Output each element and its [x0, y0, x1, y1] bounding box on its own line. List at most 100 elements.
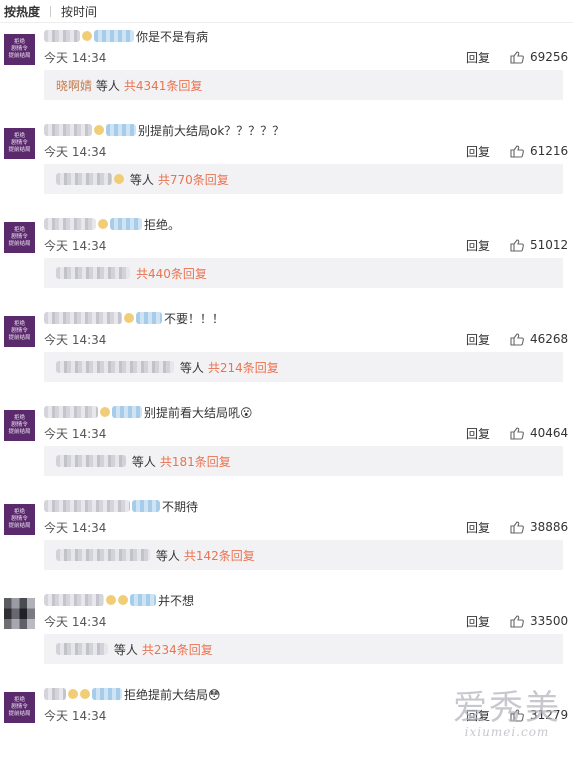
thumbs-up-icon [510, 520, 524, 534]
blurred-emoji [94, 125, 104, 135]
thumbs-up-icon [510, 614, 524, 628]
thumbs-up-icon [510, 144, 524, 158]
avatar[interactable]: 拒绝 剧情令 提前结局 [4, 222, 35, 253]
avatar-text: 拒绝 [13, 227, 25, 233]
tab-time[interactable]: 按时间 [61, 3, 97, 20]
avatar-text: 提前结局 [8, 53, 31, 59]
like-count: 61216 [530, 144, 569, 158]
avatar-text: 拒绝 [13, 697, 25, 703]
blurred-username[interactable] [44, 312, 122, 324]
avatar-text: 剧情令 [11, 46, 28, 52]
reply-count-link[interactable]: 共4341条回复 [124, 77, 203, 94]
like-button[interactable]: 40464 [510, 426, 568, 440]
avatar[interactable]: 拒绝 剧情令 提前结局 [4, 128, 35, 159]
reply-button[interactable]: 回复 [466, 49, 490, 66]
avatar-text: 提前结局 [8, 523, 31, 529]
blurred-badge [112, 406, 142, 418]
like-button[interactable]: 33500 [510, 614, 568, 628]
avatar-text: 剧情令 [11, 422, 28, 428]
like-count: 38886 [530, 520, 569, 534]
thumbs-up-icon [510, 50, 524, 64]
reply-button[interactable]: 回复 [466, 331, 490, 348]
blurred-reply-username[interactable] [56, 173, 112, 185]
avatar-text: 剧情令 [11, 704, 28, 710]
blurred-reply-username[interactable] [56, 267, 130, 279]
comment-line: 拒绝。 [44, 215, 180, 233]
blurred-username[interactable] [44, 688, 66, 700]
reply-and-others: 等人 [95, 78, 120, 93]
reply-count-link[interactable]: 共440条回复 [136, 265, 207, 282]
blurred-badge [92, 688, 122, 700]
reply-count-link[interactable]: 共214条回复 [208, 359, 279, 376]
like-button[interactable]: 46268 [510, 332, 568, 346]
reply-count-link[interactable]: 共234条回复 [142, 641, 213, 658]
avatar[interactable]: 拒绝 剧情令 提前结局 [4, 316, 35, 347]
comment-meta: 今天 14:34 回复 51012 [44, 237, 568, 254]
tab-hot[interactable]: 按热度 [4, 3, 40, 20]
like-button[interactable]: 38886 [510, 520, 568, 534]
reply-button[interactable]: 回复 [466, 143, 490, 160]
blurred-username[interactable] [44, 30, 80, 42]
avatar[interactable]: 拒绝 剧情令 提前结局 [4, 410, 35, 441]
avatar-text: 剧情令 [11, 140, 28, 146]
avatar[interactable]: 拒绝 剧情令 提前结局 [4, 504, 35, 535]
like-count: 40464 [530, 426, 569, 440]
reply-and-others: 等人 [155, 548, 180, 563]
thumbs-up-icon [510, 238, 524, 252]
reply-and-others: 等人 [129, 172, 154, 187]
comment-text: 别提前大结局ok？？？？？ [138, 123, 285, 138]
site-watermark: 爱秀美 ixiumei.com [453, 691, 561, 739]
blurred-username[interactable] [44, 124, 92, 136]
avatar-text: 提前结局 [8, 147, 31, 153]
comment-item: 拒绝 剧情令 提前结局 不要！！！ 今天 14:34 回复 46268 等人 共21… [0, 309, 573, 403]
comment-text: 并不想 [158, 593, 195, 608]
blurred-reply-username[interactable] [56, 643, 108, 655]
like-button[interactable]: 51012 [510, 238, 568, 252]
avatar-text: 提前结局 [8, 241, 31, 247]
comment-meta: 今天 14:34 回复 46268 [44, 331, 568, 348]
blurred-reply-username[interactable] [56, 361, 174, 373]
blurred-username[interactable] [44, 218, 96, 230]
reply-username[interactable]: 晓啊婧 [56, 77, 92, 94]
blurred-badge [106, 124, 136, 136]
comment-meta: 今天 14:34 回复 38886 [44, 519, 568, 536]
comment-text: 别提前看大结局吼😮 [144, 405, 253, 420]
blurred-emoji [80, 689, 90, 699]
blurred-emoji [68, 689, 78, 699]
avatar-text: 拒绝 [13, 509, 25, 515]
blurred-badge [130, 594, 156, 606]
blurred-username[interactable] [44, 406, 98, 418]
blurred-reply-username[interactable] [56, 549, 150, 561]
avatar[interactable]: 拒绝 剧情令 提前结局 [4, 692, 35, 723]
avatar[interactable] [4, 598, 35, 629]
comment-item: 并不想 今天 14:34 回复 33500 等人 共234条回复 [0, 591, 573, 685]
blurred-emoji [100, 407, 110, 417]
blurred-reply-username[interactable] [56, 455, 126, 467]
reply-count-link[interactable]: 共770条回复 [158, 171, 229, 188]
reply-button[interactable]: 回复 [466, 237, 490, 254]
replies-summary: 等人 共770条回复 [44, 164, 563, 194]
like-button[interactable]: 61216 [510, 144, 568, 158]
blurred-emoji [82, 31, 92, 41]
reply-and-others: 等人 [179, 360, 204, 375]
replies-summary: 共440条回复 [44, 258, 563, 288]
comment-line: 别提前看大结局吼😮 [44, 403, 253, 421]
avatar-text: 拒绝 [13, 415, 25, 421]
reply-button[interactable]: 回复 [466, 425, 490, 442]
blurred-badge [94, 30, 134, 42]
blurred-badge [136, 312, 162, 324]
comment-line: 别提前大结局ok？？？？？ [44, 121, 284, 139]
comment-text: 不要！！！ [164, 311, 225, 326]
blurred-username[interactable] [44, 594, 104, 606]
comment-item: 拒绝 剧情令 提前结局 不期待 今天 14:34 回复 38886 等人 共142条… [0, 497, 573, 591]
comment-item: 拒绝 剧情令 提前结局 别提前大结局ok？？？？？ 今天 14:34 回复 6121… [0, 121, 573, 215]
blurred-username[interactable] [44, 500, 130, 512]
avatar[interactable]: 拒绝 剧情令 提前结局 [4, 34, 35, 65]
like-button[interactable]: 69256 [510, 50, 568, 64]
comment-line: 并不想 [44, 591, 194, 609]
reply-count-link[interactable]: 共181条回复 [160, 453, 231, 470]
reply-and-others: 等人 [131, 454, 156, 469]
reply-button[interactable]: 回复 [466, 613, 490, 630]
reply-count-link[interactable]: 共142条回复 [184, 547, 255, 564]
reply-button[interactable]: 回复 [466, 519, 490, 536]
